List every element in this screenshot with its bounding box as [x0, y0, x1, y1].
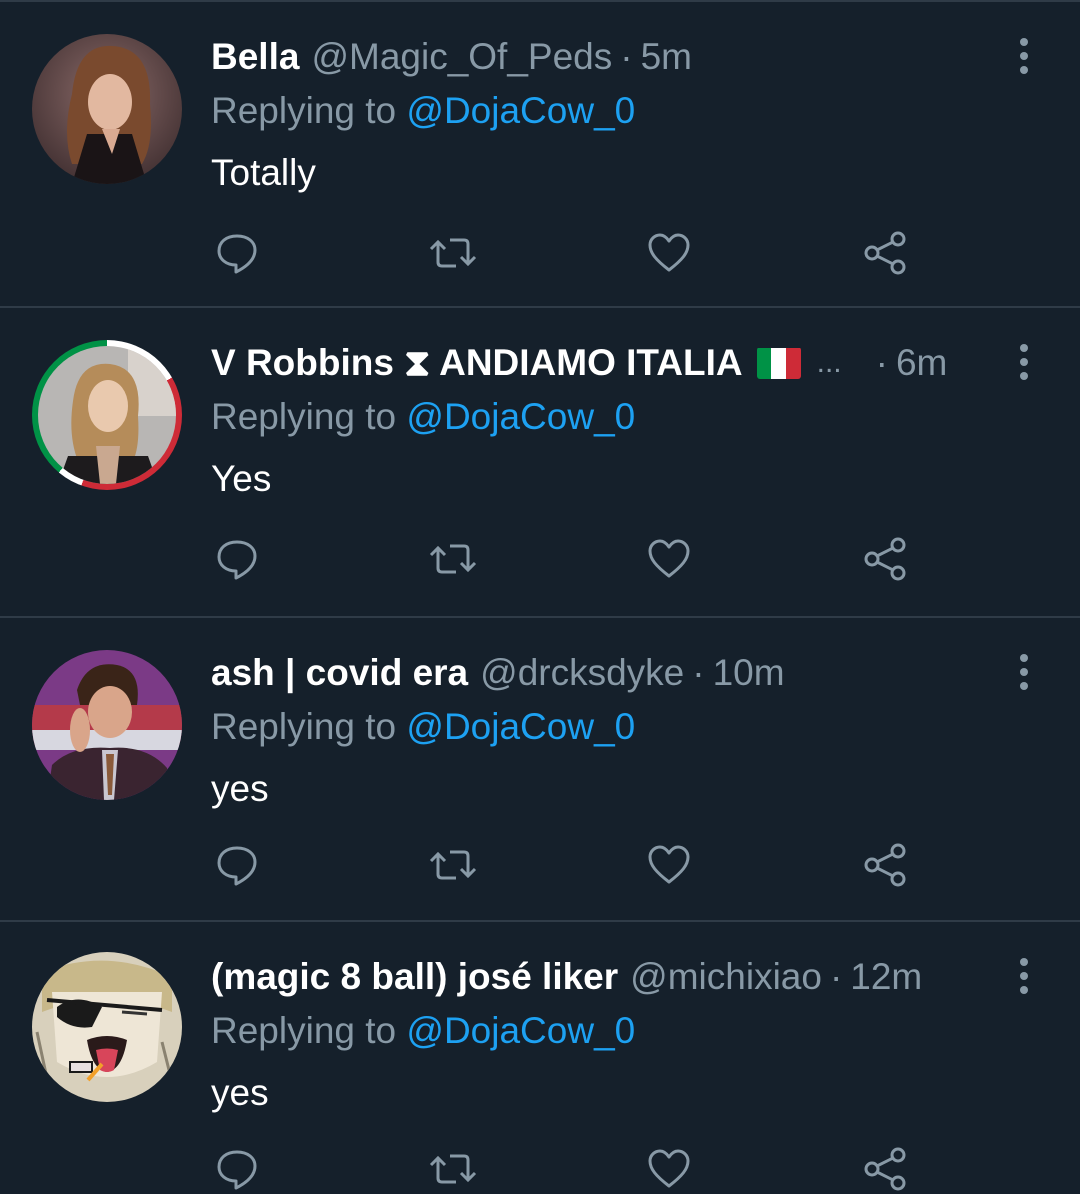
avatar[interactable]	[32, 650, 182, 800]
user-handle[interactable]: @drcksdyke	[480, 652, 684, 694]
tweet-header: Bella @Magic_Of_Peds · 5m	[211, 32, 692, 82]
action-bar	[0, 228, 1080, 278]
share-icon[interactable]	[860, 840, 910, 890]
mention-link[interactable]: @DojaCow_0	[406, 90, 635, 131]
separator: ·	[620, 36, 633, 77]
replying-to: Replying to @DojaCow_0	[211, 90, 635, 132]
avatar-illustration	[32, 952, 182, 1102]
more-vertical-icon[interactable]	[1012, 344, 1036, 380]
tweet-reply[interactable]: V Robbins ⧗ ANDIAMO ITALIA ... · 6m Repl…	[0, 308, 1080, 618]
replying-prefix: Replying to	[211, 90, 397, 131]
replying-prefix: Replying to	[211, 396, 397, 437]
user-handle[interactable]: @michixiao	[630, 956, 822, 998]
tweet-reply[interactable]: (magic 8 ball) josé liker @michixiao · 1…	[0, 922, 1080, 1193]
mention-link[interactable]: @DojaCow_0	[406, 396, 635, 437]
replying-to: Replying to @DojaCow_0	[211, 396, 635, 438]
like-icon[interactable]	[644, 1144, 694, 1194]
timestamp[interactable]: 6m	[896, 342, 947, 384]
tweet-text: yes	[211, 1072, 269, 1113]
action-bar	[0, 840, 1080, 890]
more-vertical-icon[interactable]	[1012, 654, 1036, 690]
more-vertical-icon[interactable]	[1012, 958, 1036, 994]
like-icon[interactable]	[644, 534, 694, 584]
display-name[interactable]: V Robbins ⧗ ANDIAMO ITALIA	[211, 342, 743, 385]
retweet-icon[interactable]	[428, 228, 478, 278]
display-name[interactable]: (magic 8 ball) josé liker	[211, 956, 618, 998]
italy-flag-icon	[756, 347, 801, 379]
separator: ·	[829, 956, 843, 997]
reply-icon[interactable]	[212, 840, 262, 890]
reply-icon[interactable]	[212, 1144, 262, 1194]
retweet-icon[interactable]	[428, 534, 478, 584]
separator: ·	[875, 342, 888, 383]
retweet-icon[interactable]	[428, 840, 478, 890]
avatar-photo	[32, 34, 182, 184]
mention-link[interactable]: @DojaCow_0	[406, 1010, 635, 1051]
tweet-header: ash | covid era @drcksdyke · 10m	[211, 648, 785, 698]
display-name[interactable]: ash | covid era	[211, 652, 468, 694]
tweet-text: Totally	[211, 152, 316, 193]
name-truncation: ...	[816, 346, 842, 379]
more-vertical-icon[interactable]	[1012, 38, 1036, 74]
like-icon[interactable]	[644, 840, 694, 890]
timestamp[interactable]: 5m	[641, 36, 692, 78]
user-handle[interactable]: @Magic_Of_Peds	[311, 36, 612, 78]
replying-to: Replying to @DojaCow_0	[211, 1010, 635, 1052]
share-icon[interactable]	[860, 534, 910, 584]
display-name[interactable]: Bella	[211, 36, 299, 78]
reply-icon[interactable]	[212, 228, 262, 278]
tweet-text: yes	[211, 768, 269, 809]
action-bar	[0, 534, 1080, 584]
reply-icon[interactable]	[212, 534, 262, 584]
separator: ·	[692, 652, 705, 693]
like-icon[interactable]	[644, 228, 694, 278]
tweet-header: V Robbins ⧗ ANDIAMO ITALIA ... · 6m	[211, 338, 947, 388]
action-bar	[0, 1144, 1080, 1194]
tweet-reply[interactable]: Bella @Magic_Of_Peds · 5m Replying to @D…	[0, 2, 1080, 308]
timestamp[interactable]: 10m	[713, 652, 785, 694]
retweet-icon[interactable]	[428, 1144, 478, 1194]
replying-to: Replying to @DojaCow_0	[211, 706, 635, 748]
tweet-reply[interactable]: ash | covid era @drcksdyke · 10m Replyin…	[0, 618, 1080, 922]
share-icon[interactable]	[860, 228, 910, 278]
timestamp[interactable]: 12m	[850, 956, 922, 998]
avatar[interactable]	[32, 34, 182, 184]
replying-prefix: Replying to	[211, 706, 397, 747]
tweet-text: Yes	[211, 458, 272, 499]
avatar-photo	[32, 650, 182, 800]
avatar[interactable]	[32, 340, 182, 490]
tweet-header: (magic 8 ball) josé liker @michixiao · 1…	[211, 952, 922, 1002]
mention-link[interactable]: @DojaCow_0	[406, 706, 635, 747]
avatar-photo	[38, 346, 176, 484]
avatar[interactable]	[32, 952, 182, 1102]
replying-prefix: Replying to	[211, 1010, 397, 1051]
share-icon[interactable]	[860, 1144, 910, 1194]
